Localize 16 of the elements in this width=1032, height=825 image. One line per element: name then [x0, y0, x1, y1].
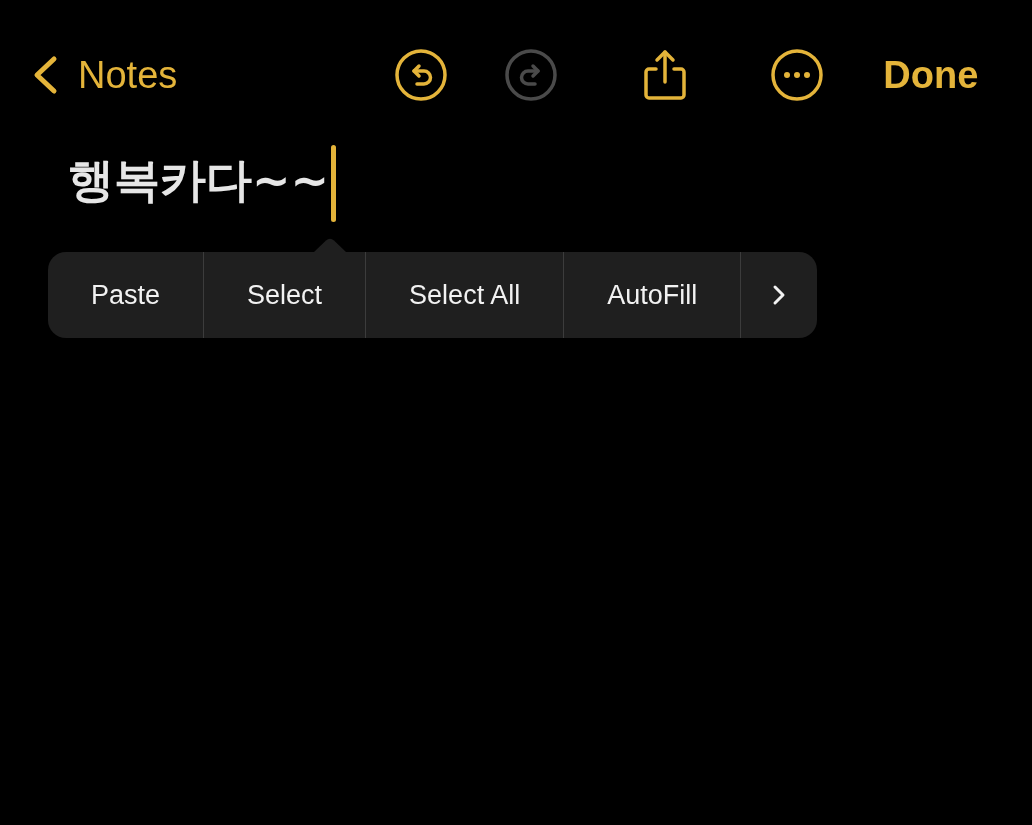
menu-item[interactable]: Select [203, 252, 366, 338]
menu-item[interactable]: AutoFill [563, 252, 741, 338]
undo-icon [395, 49, 448, 101]
undo-button[interactable] [395, 49, 448, 101]
back-button[interactable]: Notes [32, 53, 178, 97]
more-button[interactable] [771, 49, 824, 101]
share-button[interactable] [642, 49, 689, 101]
note-title: 행복카다~~ [68, 156, 330, 203]
share-icon [642, 49, 689, 101]
done-button[interactable]: Done [883, 53, 979, 97]
redo-icon [505, 49, 558, 101]
menu-item[interactable]: Select All [365, 252, 564, 338]
menu-item[interactable]: Paste [48, 252, 204, 338]
chevron-right-icon [772, 284, 787, 306]
more-icon [771, 49, 824, 101]
chevron-left-icon [32, 55, 58, 95]
